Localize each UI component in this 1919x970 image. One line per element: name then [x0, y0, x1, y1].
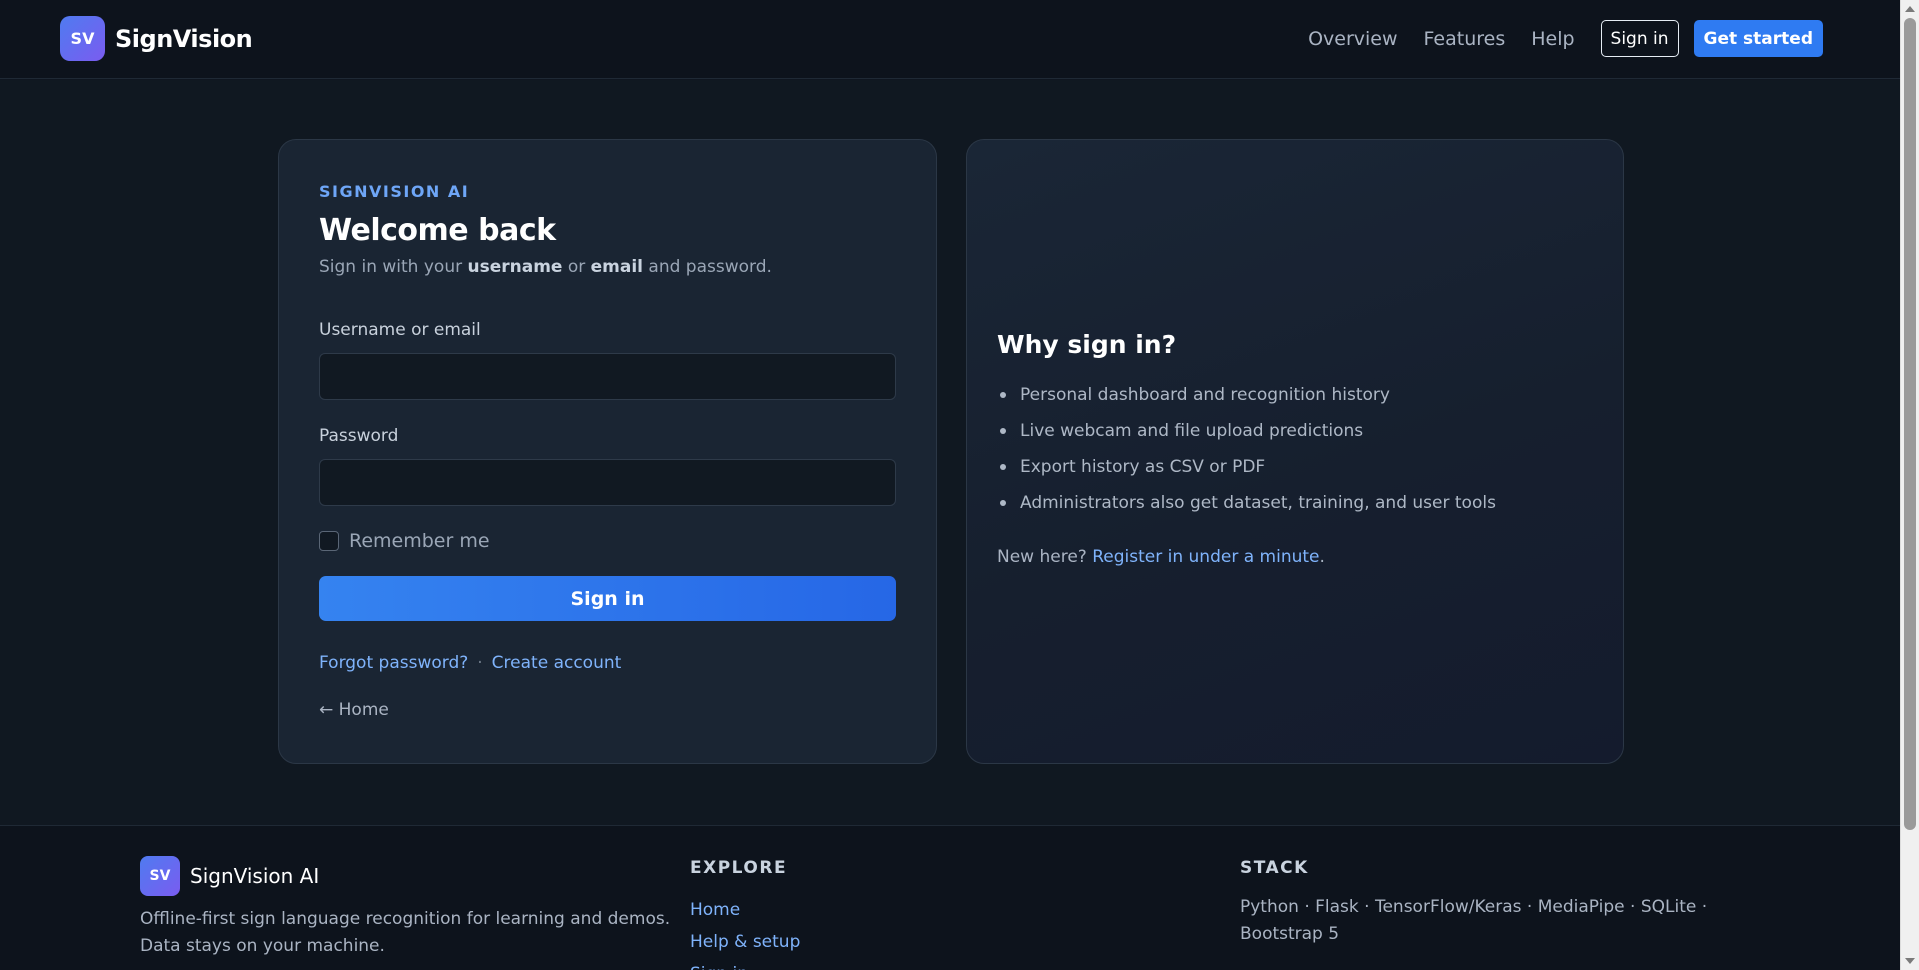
password-label: Password [319, 426, 399, 446]
list-item-text: Administrators also get dataset, trainin… [1020, 493, 1496, 513]
benefits-list: Personal dashboard and recognition histo… [997, 377, 1496, 521]
list-item-text: Export history as CSV or PDF [1020, 457, 1266, 477]
footer-description: Offline-first sign language recognition … [140, 909, 671, 956]
scroll-up-icon[interactable] [1905, 6, 1915, 12]
link-separator: · [477, 653, 483, 673]
list-item-text: Personal dashboard and recognition histo… [1020, 385, 1390, 405]
nav-link-help[interactable]: Help [1531, 28, 1574, 50]
explore-heading: EXPLORE [690, 858, 788, 878]
remember-me[interactable]: Remember me [319, 530, 490, 552]
register-link[interactable]: Register in under a minute [1092, 547, 1319, 567]
bullet-icon [1000, 392, 1006, 398]
info-card: Why sign in? Personal dashboard and reco… [966, 139, 1624, 764]
username-label: Username or email [319, 320, 481, 340]
new-here-text: New here? Register in under a minute. [997, 547, 1325, 567]
remember-label[interactable]: Remember me [349, 530, 490, 552]
bullet-icon [1000, 500, 1006, 506]
footer-brand: SV SignVision AI [140, 856, 319, 896]
subtitle-email: email [590, 257, 644, 277]
login-card: SIGNVISION AI Welcome back Sign in with … [278, 139, 937, 764]
password-input[interactable] [319, 459, 896, 506]
remember-checkbox[interactable] [319, 531, 339, 551]
footer-link-help[interactable]: Help & setup [690, 926, 800, 958]
subtitle-text-pre: Sign in with your [319, 257, 468, 277]
explore-links: Home Help & setup Sign in [690, 894, 800, 970]
subtitle-text-mid: or [562, 257, 591, 277]
register-suffix: . [1319, 547, 1325, 567]
page-title: Welcome back [319, 213, 556, 248]
footer-link-home[interactable]: Home [690, 894, 800, 926]
subtitle-username: username [467, 257, 563, 277]
signin-button[interactable]: Sign in [319, 576, 896, 621]
subtitle-text-post: and password. [643, 257, 772, 277]
list-item: Personal dashboard and recognition histo… [997, 377, 1496, 413]
forgot-password-link[interactable]: Forgot password? [319, 653, 468, 673]
brand-name: SignVision [115, 24, 253, 53]
stack-text: Python · Flask · TensorFlow/Keras · Medi… [1240, 897, 1708, 944]
page-scrollbar[interactable] [1900, 0, 1919, 970]
nav-link-features[interactable]: Features [1424, 28, 1506, 50]
scroll-down-icon[interactable] [1905, 958, 1915, 964]
list-item: Export history as CSV or PDF [997, 449, 1496, 485]
footer-brand-name: SignVision AI [190, 864, 320, 888]
logo-icon: SV [60, 16, 105, 61]
nav-link-overview[interactable]: Overview [1308, 28, 1397, 50]
eyebrow-label: SIGNVISION AI [319, 182, 470, 201]
list-item-text: Live webcam and file upload predictions [1020, 421, 1364, 441]
page: SV SignVision Overview Features Help Sig… [0, 0, 1900, 970]
bullet-icon [1000, 428, 1006, 434]
login-subtitle: Sign in with your username or email and … [319, 257, 772, 277]
nav-links: Overview Features Help Sign in Get start… [1308, 20, 1823, 57]
account-links: Forgot password? · Create account [319, 653, 621, 673]
create-account-link[interactable]: Create account [492, 653, 622, 673]
footer: SV SignVision AI Offline-first sign lang… [0, 825, 1900, 970]
new-here-label: New here? [997, 547, 1087, 567]
scroll-thumb[interactable] [1904, 18, 1916, 830]
bullet-icon [1000, 464, 1006, 470]
brand-link[interactable]: SV SignVision [60, 16, 253, 61]
list-item: Live webcam and file upload predictions [997, 413, 1496, 449]
home-link[interactable]: ← Home [319, 700, 389, 720]
navbar: SV SignVision Overview Features Help Sig… [0, 0, 1900, 79]
list-item: Administrators also get dataset, trainin… [997, 485, 1496, 521]
nav-signin-button[interactable]: Sign in [1600, 20, 1679, 57]
why-title: Why sign in? [997, 330, 1177, 359]
main-content: SIGNVISION AI Welcome back Sign in with … [0, 80, 1900, 825]
username-input[interactable] [319, 353, 896, 400]
footer-link-signin[interactable]: Sign in [690, 958, 800, 970]
get-started-button[interactable]: Get started [1693, 20, 1823, 57]
footer-logo-icon: SV [140, 856, 180, 896]
stack-heading: STACK [1240, 858, 1309, 878]
